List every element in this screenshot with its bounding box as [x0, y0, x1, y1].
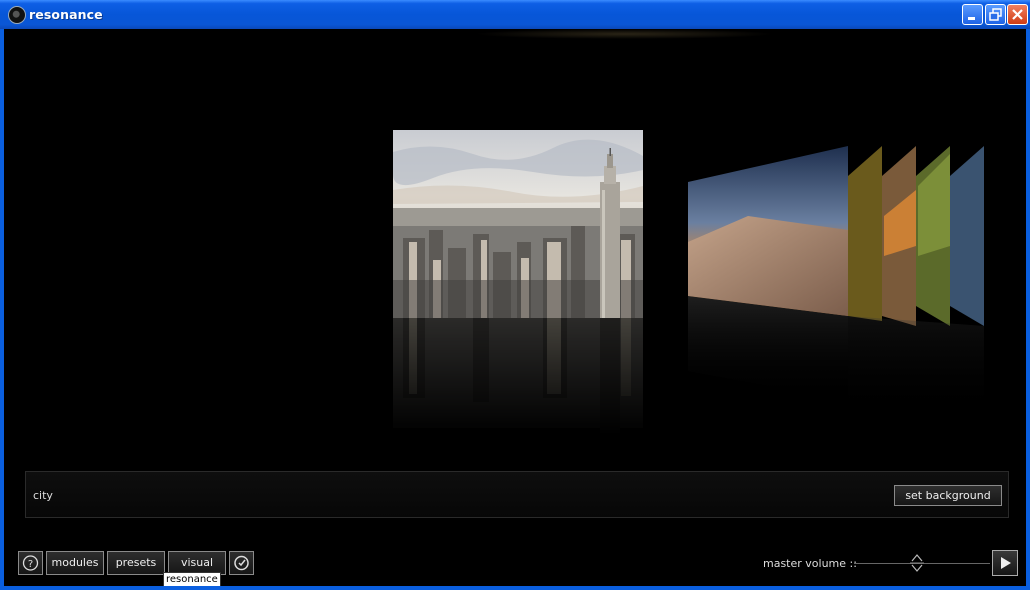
help-button[interactable]: ?	[18, 551, 43, 575]
image-info-bar: city set background	[25, 471, 1009, 518]
minimize-button[interactable]	[962, 4, 983, 25]
restore-button[interactable]	[985, 4, 1006, 25]
app-icon	[8, 6, 26, 24]
app-window: resonance city set background ? modules …	[0, 0, 1030, 590]
city-photo	[393, 130, 643, 318]
play-button[interactable]	[992, 550, 1018, 576]
volume-knob[interactable]	[909, 552, 924, 574]
master-volume-label: master volume ::	[763, 557, 857, 570]
svg-text:?: ?	[28, 559, 33, 570]
presets-button[interactable]: presets	[107, 551, 165, 575]
title-bar[interactable]: resonance	[0, 0, 1030, 29]
restore-icon	[989, 8, 1002, 21]
main-area: city set background ? modules presets vi…	[4, 29, 1026, 586]
coverflow-current-image[interactable]	[393, 130, 643, 318]
help-icon: ?	[22, 555, 39, 571]
minimize-icon	[968, 17, 975, 20]
modules-button[interactable]: modules	[46, 551, 104, 575]
close-icon	[1012, 9, 1023, 20]
image-name: city	[33, 489, 53, 502]
volume-knob-icon	[909, 554, 924, 572]
window-title: resonance	[29, 7, 103, 22]
power-button[interactable]	[229, 551, 254, 575]
side-covers	[688, 146, 984, 416]
set-background-button[interactable]: set background	[894, 485, 1002, 506]
power-icon	[234, 555, 249, 571]
tooltip: resonance	[163, 572, 221, 586]
coverflow-reflection	[393, 318, 643, 438]
coverflow-next-image[interactable]	[688, 146, 988, 420]
play-icon	[1001, 557, 1011, 569]
close-button[interactable]	[1007, 4, 1028, 25]
